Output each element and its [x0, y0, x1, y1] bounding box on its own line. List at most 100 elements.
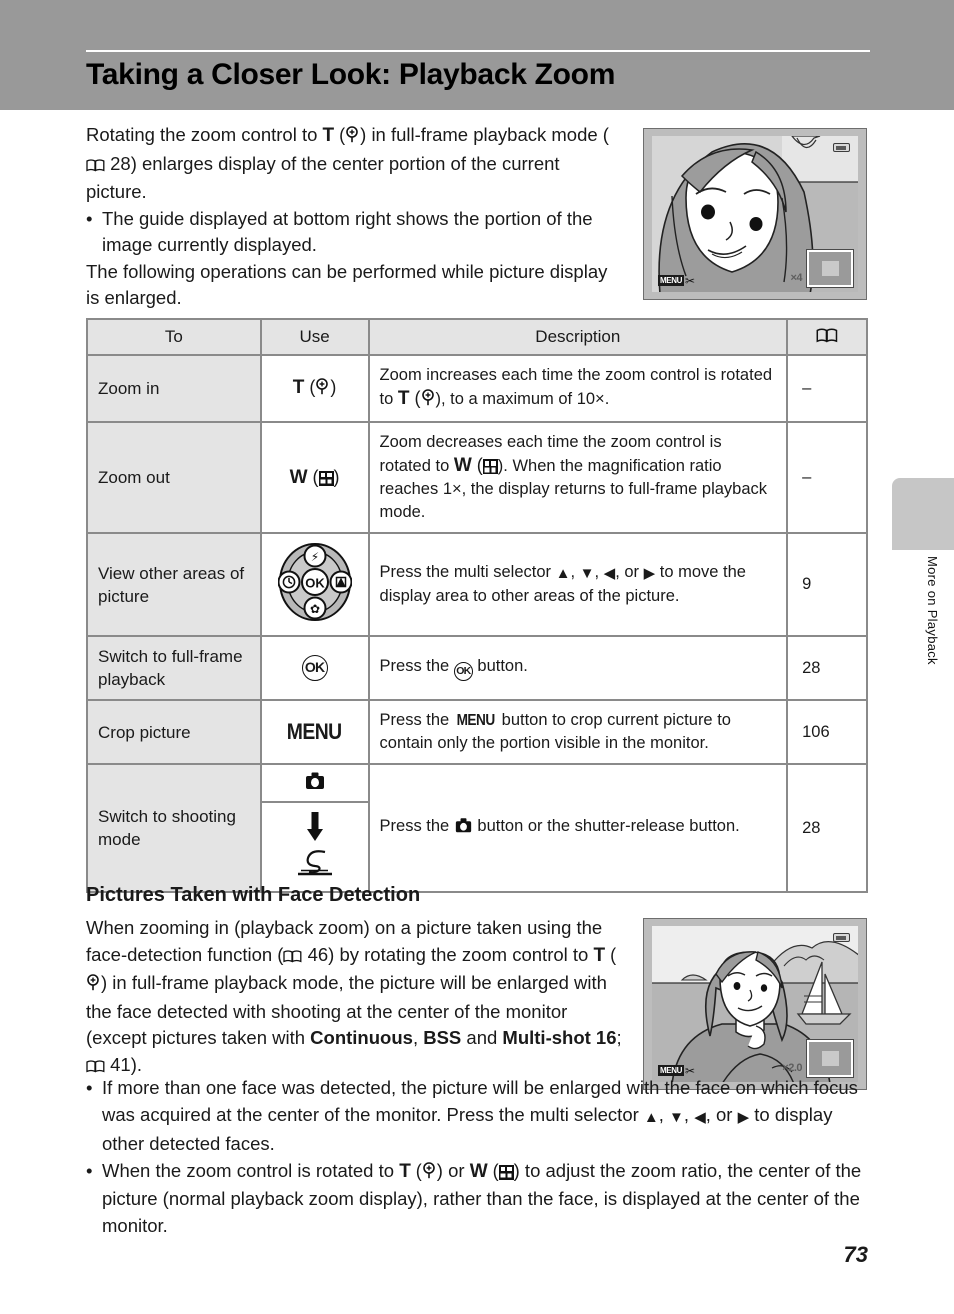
row-use-zoom-in: T () — [259, 354, 370, 423]
row-label-crop-picture: Crop picture — [86, 699, 262, 765]
row-label-zoom-out: Zoom out — [86, 421, 262, 534]
row-use-view-other-areas: OK ⚡ ✿ — [259, 532, 370, 637]
paren-close: ) — [333, 466, 340, 487]
row-desc-zoom-out: Zoom decreases each time the zoom contro… — [367, 421, 789, 534]
bullet1-or: , or — [705, 1103, 738, 1125]
zoom-T-label: T — [593, 944, 606, 966]
zoom-W-label: W — [289, 466, 308, 488]
arrow-right-icon: ▶ — [737, 1108, 750, 1126]
zoom-T-label: T — [397, 388, 410, 409]
menu-label: MENU — [658, 1065, 684, 1076]
arrow-down-icon: ▼ — [579, 565, 595, 582]
bullet-dot-icon: • — [86, 207, 93, 229]
battery-icon — [833, 143, 850, 152]
magnifier-plus-icon — [422, 1160, 437, 1187]
sec2-bullet-2-text: When the zoom control is rotated to T ()… — [102, 1158, 876, 1240]
page-title: Taking a Closer Look: Playback Zoom — [86, 58, 616, 91]
paren-close: ) — [330, 377, 337, 397]
book-icon — [816, 327, 838, 348]
arrow-up-icon: ▲ — [555, 565, 571, 582]
sec2-body-ref-2: 41 — [110, 1053, 131, 1075]
magnifier-plus-icon — [345, 124, 360, 151]
zoom-guide-icon-top — [807, 250, 853, 287]
column-header-use: Use — [259, 318, 370, 356]
bullet2-part-a: When the zoom control is rotated to — [102, 1159, 400, 1181]
desc-part-b: button or the shutter-release button. — [472, 817, 740, 835]
book-icon — [283, 944, 302, 971]
side-tab-marker — [892, 478, 954, 550]
multi-selector-icon: OK ⚡ ✿ — [277, 543, 353, 626]
magnifier-plus-icon — [86, 972, 101, 999]
svg-text:✿: ✿ — [310, 602, 320, 616]
desc-part-a: Press the — [379, 711, 454, 729]
table-row-full-frame-playback: Switch to full-frame playback OK Press t… — [86, 635, 868, 701]
row-label-zoom-in: Zoom in — [86, 354, 262, 423]
ok-button-icon: OK — [301, 655, 328, 681]
magnifier-plus-icon — [421, 389, 436, 413]
intro-p1-ref: 28 — [110, 152, 131, 174]
magnifier-plus-icon — [315, 378, 330, 400]
row-desc-full-frame-playback: Press the OK button. — [367, 635, 789, 701]
lcd-screenshot-face-detection: MENU ✂ ×2.0 — [643, 918, 867, 1090]
battery-icon — [833, 933, 850, 942]
menu-button-icon: MENU — [456, 712, 495, 729]
row-desc-zoom-in: Zoom increases each time the zoom contro… — [367, 354, 789, 423]
row-label-view-other-areas: View other areas of picture — [86, 532, 262, 637]
desc-part-a: Press the — [379, 657, 454, 675]
zoom-T-label: T — [399, 1160, 411, 1182]
lcd-screenshot-playback-zoom: MENU ✂ ×4 — [643, 128, 867, 300]
section-bullets-face-detection: • If more than one face was detected, th… — [86, 1075, 876, 1239]
mode-bss-label: BSS — [423, 1027, 462, 1048]
zoom-W-label: W — [469, 1160, 488, 1182]
column-header-to: To — [86, 318, 262, 356]
desc-part-a: Press the — [379, 817, 454, 835]
page-number: 73 — [843, 1242, 868, 1267]
sec2-bullet-2: • When the zoom control is rotated to T … — [86, 1158, 876, 1240]
row-desc-shooting-mode: Press the button or the shutter-release … — [367, 763, 789, 893]
row-use-zoom-out: W () — [259, 421, 370, 534]
row-label-shooting-mode: Switch to shooting mode — [86, 763, 262, 893]
shutter-release-icon — [295, 849, 335, 882]
row-ref-shooting-mode: 28 — [786, 763, 868, 893]
row-ref-zoom-out: – — [786, 421, 868, 534]
paren-open: ( — [605, 944, 617, 965]
paren-open: ( — [304, 377, 316, 397]
row-use-shooting-mode — [259, 763, 370, 893]
column-header-description: Description — [367, 318, 789, 356]
intro-bullet-1-text: The guide displayed at bottom right show… — [102, 207, 593, 256]
zoom-ratio-label-top: ×4 — [790, 272, 802, 284]
table-row-crop-picture: Crop picture MENU Press the MENU button … — [86, 699, 868, 765]
mode-continuous-label: Continuous — [310, 1027, 413, 1048]
arrow-down-icon: ▼ — [669, 1108, 684, 1126]
thumbnail-grid-icon — [482, 459, 498, 474]
zoom-guide-icon-bottom — [807, 1040, 853, 1077]
zoom-W-label: W — [453, 455, 472, 476]
ok-button-icon: OK — [453, 662, 473, 681]
book-icon — [86, 153, 105, 180]
sec2-body-ref-1: 46 — [307, 943, 329, 965]
paren-open: ( — [307, 466, 319, 487]
row-label-full-frame-playback: Switch to full-frame playback — [86, 635, 262, 701]
lcd-inner-top: MENU ✂ ×4 — [652, 136, 858, 292]
intro-p1-part-b: ) in full-frame playback mode ( — [360, 124, 609, 145]
table-header-row: To Use Description — [86, 318, 868, 356]
paren-open: ( — [410, 1160, 422, 1181]
section-title-face-detection: Pictures Taken with Face Detection — [86, 884, 421, 906]
menu-button-icon: MENU — [287, 719, 343, 744]
intro-bullet-1: • The guide displayed at bottom right sh… — [86, 206, 616, 259]
mode-multishot16-label: Multi-shot 16 — [502, 1027, 617, 1048]
sec2-bullet-1: • If more than one face was detected, th… — [86, 1075, 876, 1158]
arrow-right-icon: ▶ — [643, 565, 656, 582]
sec2-bullet-1-text: If more than one face was detected, the … — [102, 1077, 858, 1154]
row-ref-view-other-areas: 9 — [786, 532, 868, 637]
section-body-face-detection: When zooming in (playback zoom) on a pic… — [86, 915, 626, 1080]
intro-p1-part-c: ) enlarges display of the center portion… — [86, 152, 560, 203]
sec2-and: and — [461, 1027, 503, 1048]
table-row-view-other-areas: View other areas of picture OK ⚡ ✿ Press… — [86, 532, 868, 637]
row-desc-crop-picture: Press the MENU button to crop current pi… — [367, 699, 789, 765]
paren-open: ( — [409, 388, 421, 408]
row-ref-full-frame-playback: 28 — [786, 635, 868, 701]
zoom-T-label: T — [292, 377, 305, 398]
table-row-zoom-out: Zoom out W () Zoom decreases each time t… — [86, 421, 868, 534]
menu-label: MENU — [658, 275, 684, 286]
